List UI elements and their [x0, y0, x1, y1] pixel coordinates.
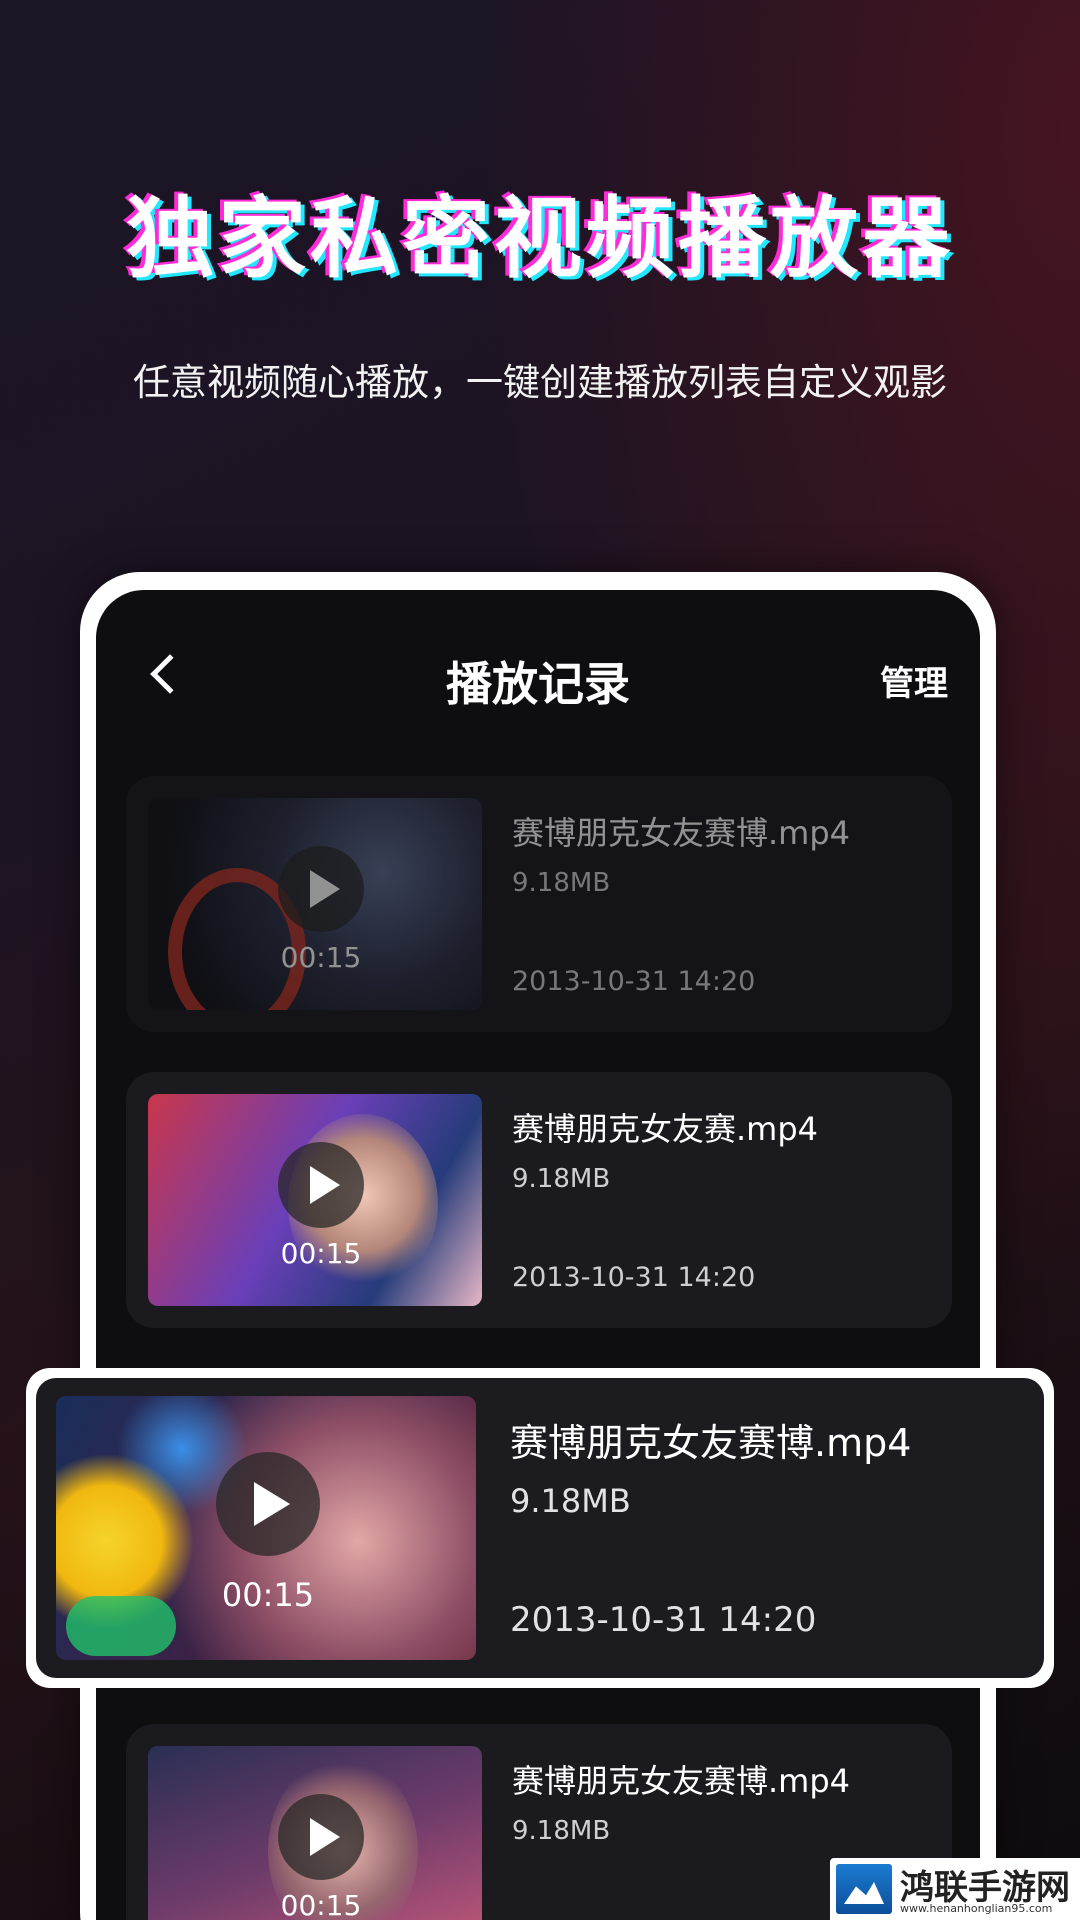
play-icon[interactable]: [216, 1452, 320, 1556]
watermark-logo-icon: [836, 1864, 892, 1914]
video-duration: 00:15: [280, 1889, 362, 1920]
video-thumbnail[interactable]: 00:15: [148, 1094, 482, 1306]
video-size: 9.18MB: [510, 1482, 631, 1520]
nav-bar: 播放记录 管理: [96, 590, 980, 760]
video-size: 9.18MB: [512, 868, 611, 898]
promo-subtitle: 任意视频随心播放，一键创建播放列表自定义观影: [133, 361, 947, 404]
video-filename: 赛博朋克女友赛博.mp4: [512, 1762, 851, 1800]
video-filename: 赛博朋克女友赛博.mp4: [512, 814, 851, 852]
video-thumbnail[interactable]: 00:15: [148, 1746, 482, 1920]
video-list-item[interactable]: 00:15 赛博朋克女友赛博.mp4 9.18MB: [126, 1724, 952, 1920]
video-date: 2013-10-31 14:20: [510, 1600, 817, 1640]
video-thumbnail[interactable]: 00:15: [148, 798, 482, 1010]
play-icon[interactable]: [278, 1794, 364, 1880]
video-filename: 赛博朋克女友赛博.mp4: [510, 1421, 912, 1465]
video-duration: 00:15: [280, 941, 362, 974]
video-date: 2013-10-31 14:20: [512, 966, 756, 997]
play-icon[interactable]: [278, 1142, 364, 1228]
phone-screen: 播放记录 管理 00:15 赛博朋克女友赛博.mp4 9.18MB 2013-1…: [96, 590, 980, 1920]
video-list-item[interactable]: 00:15 赛博朋克女友赛.mp4 9.18MB 2013-10-31 14:2…: [126, 1072, 952, 1328]
play-icon[interactable]: [278, 846, 364, 932]
video-duration: 00:15: [280, 1237, 362, 1270]
watermark-url: www.henanhonglian95.com: [900, 1902, 1053, 1915]
promo-headline: 独家私密视频播放器: [125, 187, 954, 290]
manage-button[interactable]: 管理: [880, 656, 948, 705]
video-size: 9.18MB: [512, 1164, 611, 1194]
video-size: 9.18MB: [512, 1816, 611, 1846]
video-duration: 00:15: [221, 1576, 315, 1614]
video-date: 2013-10-31 14:20: [512, 1262, 756, 1293]
video-filename: 赛博朋克女友赛.mp4: [512, 1110, 819, 1148]
video-list-item-highlighted[interactable]: 00:15 赛博朋克女友赛博.mp4 9.18MB 2013-10-31 14:…: [36, 1378, 1044, 1678]
page-title: 播放记录: [446, 657, 630, 711]
watermark: 鸿联手游网 www.henanhonglian95.com: [830, 1858, 1080, 1920]
video-thumbnail[interactable]: 00:15: [56, 1396, 476, 1660]
video-list-item[interactable]: 00:15 赛博朋克女友赛博.mp4 9.18MB 2013-10-31 14:…: [126, 776, 952, 1032]
